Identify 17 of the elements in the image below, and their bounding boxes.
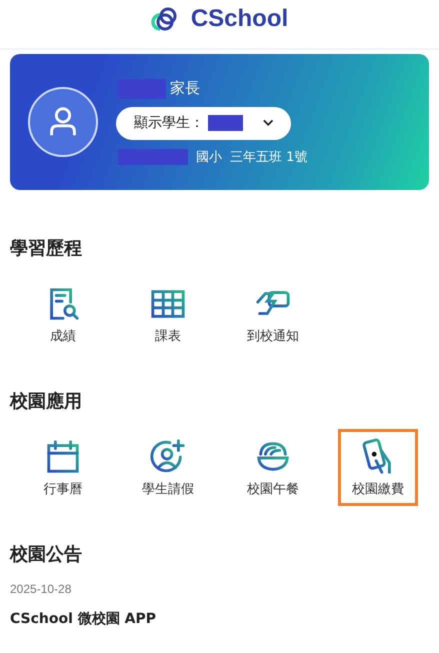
app-tile[interactable]: 校園午餐 [233, 429, 313, 506]
app-tile[interactable]: 學生請假 [128, 429, 208, 506]
app-tile[interactable]: 到校通知 [233, 276, 313, 353]
section-heading: 校園應用 [10, 390, 83, 413]
app-title: CSchool [190, 5, 288, 33]
app-tile[interactable]: 課表 [128, 276, 208, 353]
section-heading: 學習歷程 [10, 237, 83, 260]
class-info: 三年五班 1號 [230, 148, 308, 166]
app-tile[interactable]: 校園繳費 [338, 429, 418, 506]
student-dropdown[interactable]: 顯示學生： [116, 106, 291, 140]
announcement-title[interactable]: CSchool 微校園 APP [10, 610, 429, 628]
app-tile[interactable]: 行事曆 [23, 429, 103, 506]
app-tile[interactable]: 成績 [23, 276, 103, 353]
section-heading: 校園公告 [10, 543, 83, 566]
role-label: 家長 [170, 79, 200, 98]
school-name: 國小 [196, 148, 222, 166]
announcement-date: 2025-10-28 [10, 582, 72, 596]
